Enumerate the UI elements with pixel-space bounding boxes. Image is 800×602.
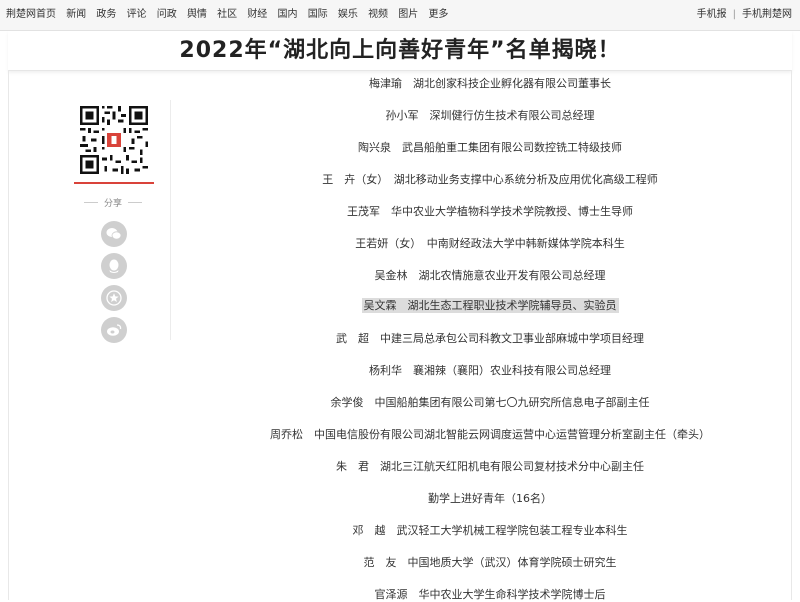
list-item: 武 超 中建三局总承包公司科教文卫事业部麻城中学项目经理 [336,332,644,345]
nav-link-domestic[interactable]: 国内 [278,9,298,20]
nav-link-news[interactable]: 新闻 [66,9,86,20]
list-section-heading: 勤学上进好青年（16名） [428,492,552,505]
weibo-icon [107,324,122,336]
share-label: 分享 [84,196,142,209]
list-item: 孙小军 深圳健行仿生技术有限公司总经理 [385,109,595,122]
nav-link-international[interactable]: 国际 [308,9,328,20]
list-item-highlighted: 吴文霖 湖北生态工程职业技术学院辅导员、实验员 [200,297,780,313]
nav-link-public-sentiment[interactable]: 舆情 [187,9,207,20]
share-wechat-button[interactable] [101,221,127,247]
nav-link-video[interactable]: 视频 [368,9,388,20]
share-favorite-button[interactable] [101,285,127,311]
sidebar-divider [170,100,171,340]
list-item: 王茂军 华中农业大学植物科学技术学院教授、博士生导师 [347,205,633,218]
article-title-bar: 2022年“湖北向上向善好青年”名单揭晓！ [8,31,792,71]
list-item: 余学俊 中国船舶集团有限公司第七〇九研究所信息电子部副主任 [330,396,650,409]
nav-link-government[interactable]: 政务 [96,9,116,20]
nav-link-finance[interactable]: 财经 [247,9,267,20]
share-weibo-button[interactable] [101,317,127,343]
content-frame-right-border [791,70,792,600]
favorite-star-icon [106,290,122,306]
qr-code-icon [80,106,148,174]
list-item: 王若妍（女） 中南财经政法大学中韩新媒体学院本科生 [355,237,625,250]
qr-code [74,100,154,184]
list-item: 吴金林 湖北农情施意农业开发有限公司总经理 [374,269,606,282]
nav-link-entertainment[interactable]: 娱乐 [338,9,358,20]
qq-icon [109,259,119,273]
nav-link-home[interactable]: 荆楚网首页 [6,9,56,20]
nav-link-mobile-site[interactable]: 手机荆楚网 [742,9,792,20]
list-item: 范 友 中国地质大学（武汉）体育学院硕士研究生 [363,556,617,569]
nav-link-pictures[interactable]: 图片 [398,9,418,20]
nav-link-community[interactable]: 社区 [217,9,237,20]
top-nav-bar: 荆楚网首页 新闻 政务 评论 问政 舆情 社区 财经 国内 国际 娱乐 视频 图… [0,0,800,31]
nav-separator: | [732,9,736,20]
nav-link-opinion[interactable]: 评论 [127,9,147,20]
share-qq-button[interactable] [101,253,127,279]
nav-link-more[interactable]: 更多 [428,9,448,20]
list-item: 陶兴泉 武昌船舶重工集团有限公司数控铣工特级技师 [358,141,622,154]
list-item: 梅津瑜 湖北创家科技企业孵化器有限公司董事长 [369,77,611,90]
content-frame-left-border [8,70,9,600]
list-item: 朱 君 湖北三江航天红阳机电有限公司复材技术分中心副主任 [336,460,644,473]
top-nav-links: 荆楚网首页 新闻 政务 评论 问政 舆情 社区 财经 国内 国际 娱乐 视频 图… [6,0,455,30]
list-item: 周乔松 中国电信股份有限公司湖北智能云网调度运营中心运营管理分析室副主任（牵头） [270,428,710,441]
top-nav-right: 手机报 | 手机荆楚网 [697,0,792,30]
nav-link-mobile-paper[interactable]: 手机报 [697,9,727,20]
wechat-icon [106,228,122,240]
article-title: 2022年“湖北向上向善好青年”名单揭晓！ [179,38,621,63]
list-item: 王 卉（女） 湖北移动业务支撑中心系统分析及应用优化高级工程师 [322,173,658,186]
nav-link-inquiry[interactable]: 问政 [157,9,177,20]
selected-text: 吴文霖 湖北生态工程职业技术学院辅导员、实验员 [361,298,619,313]
list-item: 杨利华 襄湘辣（襄阳）农业科技有限公司总经理 [369,364,611,377]
list-item: 邓 越 武汉轻工大学机械工程学院包装工程专业本科生 [352,524,628,537]
